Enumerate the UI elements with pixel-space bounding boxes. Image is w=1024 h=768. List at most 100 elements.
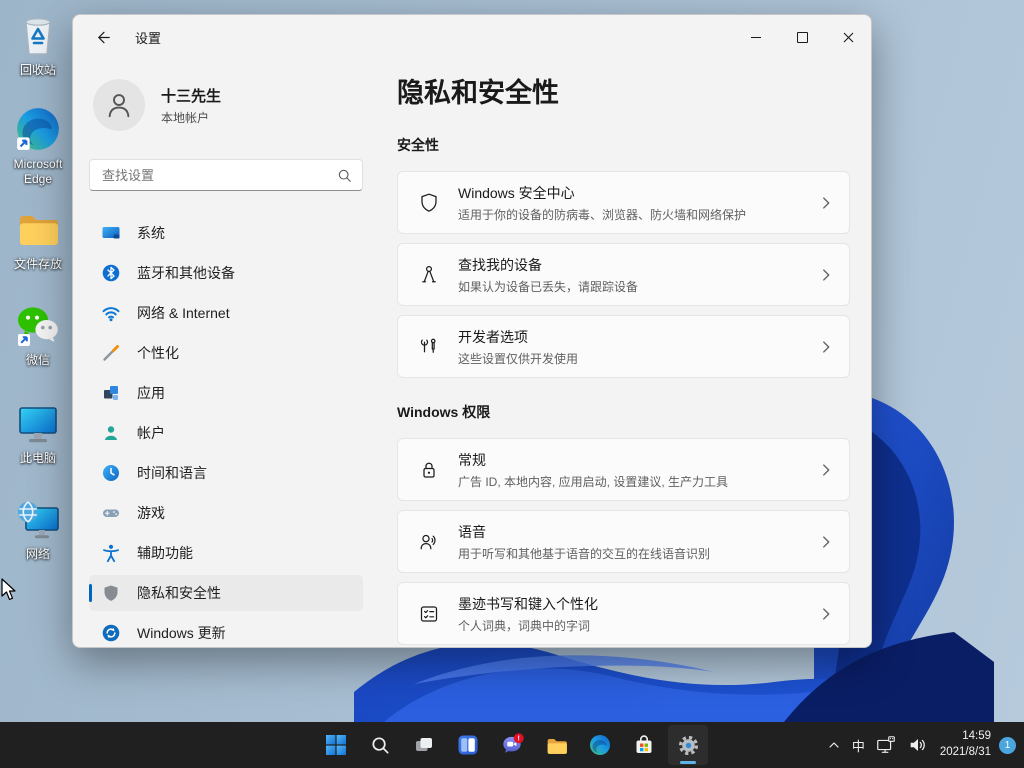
task-view-button[interactable] [404,725,444,765]
speaker-icon [907,734,929,756]
nav-item-label: 帐户 [137,423,165,443]
search-input[interactable] [100,167,337,184]
volume-tray-button[interactable] [902,725,934,765]
chevron-right-icon [817,533,835,551]
brush-icon [101,343,121,363]
settings-window: 设置 十三先生 本地帐户 [72,14,872,648]
ime-indicator[interactable]: 中 [847,725,870,765]
card-speech[interactable]: 语音 用于听写和其他基于语音的交互的在线语音识别 [397,510,850,573]
desktop-icon-wechat[interactable]: 微信 [6,302,70,368]
wechat-icon [13,302,63,350]
settings-sidebar: 十三先生 本地帐户 系统 [73,59,373,648]
minimize-button[interactable] [733,15,779,59]
notification-center-button[interactable]: 1 [997,725,1020,765]
card-developer-options[interactable]: 开发者选项 这些设置仅供开发使用 [397,315,850,378]
desktop-icon-this-pc[interactable]: 此电脑 [6,400,70,466]
chevron-right-icon [817,605,835,623]
clock[interactable]: 14:59 2021/8/31 [934,725,997,765]
notification-count-badge: 1 [999,737,1016,754]
desktop-icon-recycle-bin[interactable]: 回收站 [6,12,70,78]
nav-item-system[interactable]: 系统 [89,215,363,251]
section-header-security: 安全性 [397,135,850,155]
card-find-my-device[interactable]: 查找我的设备 如果认为设备已丢失，请跟踪设备 [397,243,850,306]
desktop-icon-label: Microsoft Edge [6,157,70,187]
nav-item-label: 网络 & Internet [137,303,230,323]
nav-item-network-internet[interactable]: 网络 & Internet [89,295,363,331]
settings-gear-icon [676,733,701,758]
chat-button[interactable]: ! [492,725,532,765]
store-button[interactable] [624,725,664,765]
file-explorer-button[interactable] [536,725,576,765]
card-title: 查找我的设备 [458,255,817,275]
card-general[interactable]: 常规 广告 ID, 本地内容, 应用启动, 设置建议, 生产力工具 [397,438,850,501]
nav-item-apps[interactable]: 应用 [89,375,363,411]
start-button[interactable] [316,725,356,765]
close-button[interactable] [825,15,871,59]
shield-outline-icon [416,191,442,215]
account-type: 本地帐户 [161,109,221,126]
widgets-button[interactable] [448,725,488,765]
nav-item-accounts[interactable]: 帐户 [89,415,363,451]
person-icon [104,90,134,120]
tray-overflow-button[interactable] [821,725,847,765]
nav-item-label: 个性化 [137,343,179,363]
back-button[interactable] [87,21,119,53]
nav-item-personalization[interactable]: 个性化 [89,335,363,371]
account-icon [101,423,121,443]
card-inking-typing[interactable]: 墨迹书写和键入个性化 个人词典，词典中的字词 [397,582,850,645]
card-subtitle: 适用于你的设备的防病毒、浏览器、防火墙和网络保护 [458,206,817,223]
system-tray: 中 14:59 2021/8/31 1 [821,722,1020,768]
edge-icon [13,104,63,154]
minimize-icon [751,37,761,38]
maximize-icon [797,32,808,43]
card-windows-security[interactable]: Windows 安全中心 适用于你的设备的防病毒、浏览器、防火墙和网络保护 [397,171,850,234]
file-explorer-icon [544,733,569,758]
this-pc-icon [14,400,62,448]
ime-label: 中 [852,736,865,755]
card-subtitle: 用于听写和其他基于语音的交互的在线语音识别 [458,545,817,562]
chat-icon: ! [499,732,525,758]
nav-item-accessibility[interactable]: 辅助功能 [89,535,363,571]
card-title: 开发者选项 [458,327,817,347]
maximize-button[interactable] [779,15,825,59]
desktop-icon-network[interactable]: 网络 [6,496,70,562]
taskbar-center: ! [316,725,708,765]
card-subtitle: 如果认为设备已丢失，请跟踪设备 [458,278,817,295]
speech-icon [416,530,442,554]
chat-badge: ! [518,736,520,743]
wifi-icon [101,303,121,323]
microsoft-store-icon [632,733,656,757]
section-header-windows-permissions: Windows 权限 [397,402,850,422]
desktop-icon-label: 回收站 [20,63,56,78]
search-box[interactable] [89,159,363,191]
chevron-up-icon [826,737,842,753]
card-subtitle: 这些设置仅供开发使用 [458,350,817,367]
back-arrow-icon [95,29,112,46]
nav-item-label: 时间和语言 [137,463,207,483]
nav-item-time-language[interactable]: 时间和语言 [89,455,363,491]
edge-icon [588,733,612,757]
desktop-icon-folder[interactable]: 文件存放 [6,206,70,272]
accessibility-icon [101,543,121,563]
game-controller-icon [101,503,121,523]
nav-item-label: 应用 [137,383,165,403]
card-subtitle: 广告 ID, 本地内容, 应用启动, 设置建议, 生产力工具 [458,473,817,490]
desktop-icon-label: 网络 [26,547,50,562]
settings-button[interactable] [668,725,708,765]
tray-time: 14:59 [962,729,991,745]
profile-block[interactable]: 十三先生 本地帐户 [93,79,363,131]
network-tray-button[interactable] [870,725,902,765]
user-name: 十三先生 [161,85,221,106]
chevron-right-icon [817,194,835,212]
nav-item-windows-update[interactable]: Windows 更新 [89,615,363,648]
nav-item-bluetooth-devices[interactable]: 蓝牙和其他设备 [89,255,363,291]
recycle-bin-icon [14,12,62,60]
nav-item-gaming[interactable]: 游戏 [89,495,363,531]
desktop-icon-label: 微信 [26,353,50,368]
search-button[interactable] [360,725,400,765]
nav-item-privacy-security[interactable]: 隐私和安全性 [89,575,363,611]
edge-button[interactable] [580,725,620,765]
tray-date: 2021/8/31 [940,745,991,761]
close-icon [843,32,854,43]
desktop-icon-edge[interactable]: Microsoft Edge [6,104,70,187]
